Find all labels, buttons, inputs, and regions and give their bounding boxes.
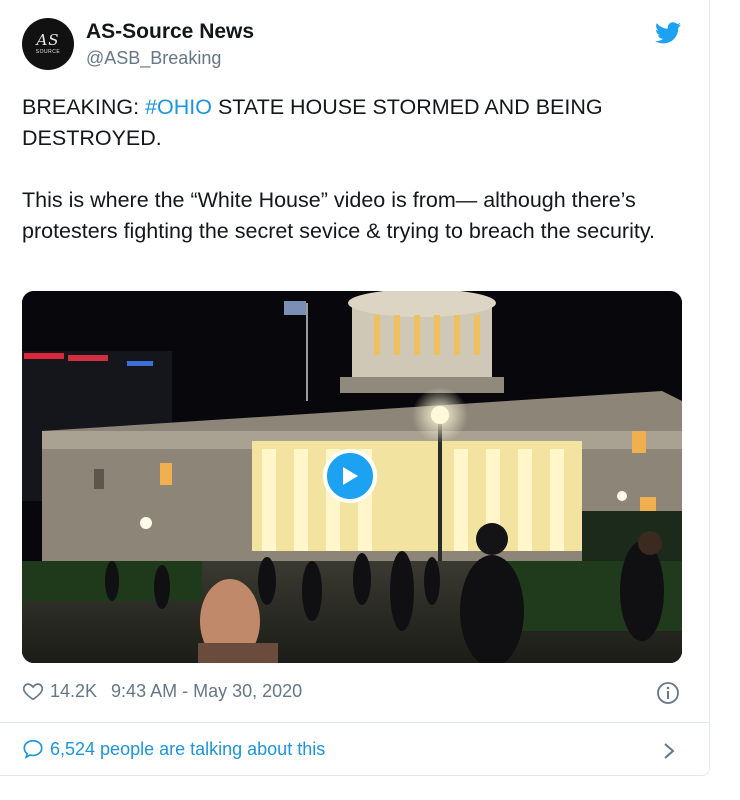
conversation-count: 6,524 people are talking about this <box>50 738 326 759</box>
like-count[interactable]: 14.2K <box>50 681 97 702</box>
play-button[interactable] <box>323 449 377 503</box>
tweet-meta: 14.2K 9:43 AM - May 30, 2020 <box>22 680 302 702</box>
author-name[interactable]: AS-Source News <box>86 20 254 44</box>
text-prefix: BREAKING: <box>22 95 146 119</box>
video-thumbnail[interactable] <box>22 291 682 663</box>
conversation-link[interactable]: 6,524 people are talking about this <box>22 738 325 760</box>
speech-bubble-icon <box>23 739 43 759</box>
hashtag-link[interactable]: #OHIO <box>145 95 212 119</box>
play-icon <box>343 467 358 485</box>
divider <box>0 722 709 723</box>
tweet-text: BREAKING: #OHIO STATE HOUSE STORMED AND … <box>22 92 692 247</box>
avatar-subtext: SOURCE <box>35 49 61 55</box>
author-handle[interactable]: @ASB_Breaking <box>86 48 221 69</box>
tweet-paragraph-1: BREAKING: #OHIO STATE HOUSE STORMED AND … <box>22 92 692 154</box>
heart-icon[interactable] <box>22 680 44 702</box>
avatar[interactable]: AS SOURCE <box>22 18 74 70</box>
avatar-monogram: AS <box>36 31 60 49</box>
timestamp[interactable]: 9:43 AM - May 30, 2020 <box>111 681 302 702</box>
tweet-card: AS SOURCE AS-Source News @ASB_Breaking B… <box>0 0 710 776</box>
tweet-paragraph-2: This is where the “White House” video is… <box>22 188 655 243</box>
info-icon[interactable] <box>656 681 680 705</box>
twitter-bird-icon[interactable] <box>655 22 681 44</box>
chevron-right-icon[interactable] <box>662 741 676 761</box>
